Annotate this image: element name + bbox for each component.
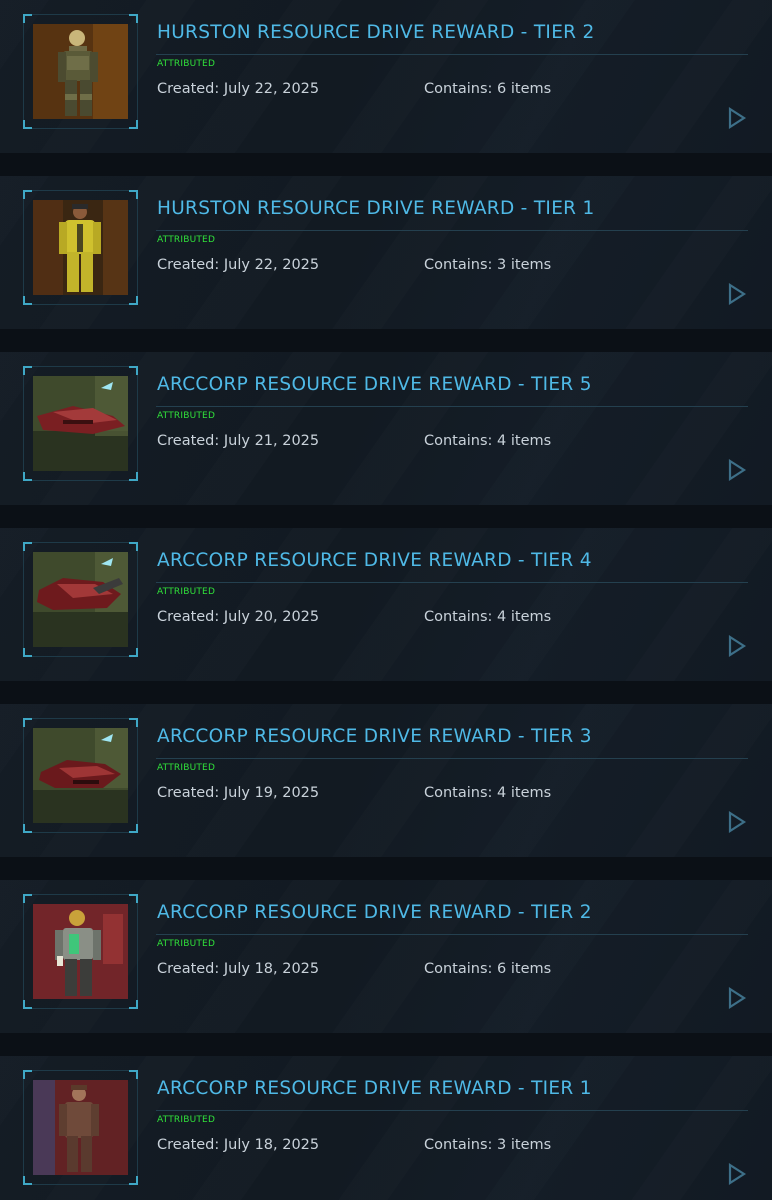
reward-card[interactable]: HURSTON RESOURCE DRIVE REWARD - TIER 2 A… — [0, 0, 772, 153]
status-label: ATTRIBUTED — [157, 763, 216, 773]
reward-title[interactable]: HURSTON RESOURCE DRIVE REWARD - TIER 1 — [157, 198, 595, 219]
thumbnail-frame — [23, 14, 138, 129]
item-count: Contains: 6 items — [424, 81, 552, 97]
status-label: ATTRIBUTED — [157, 939, 216, 949]
red-ship-thumbnail — [33, 552, 128, 647]
expand-arrow-icon[interactable] — [727, 107, 747, 129]
yellow-jumpsuit-thumbnail — [33, 200, 128, 295]
reward-card[interactable]: ARCCORP RESOURCE DRIVE REWARD - TIER 5 A… — [0, 352, 772, 505]
red-ship-thumbnail — [33, 376, 128, 471]
title-divider — [156, 934, 748, 935]
title-divider — [156, 1110, 748, 1111]
created-date: Created: July 19, 2025 — [157, 785, 320, 801]
title-divider — [156, 758, 748, 759]
status-label: ATTRIBUTED — [157, 1115, 216, 1125]
status-label: ATTRIBUTED — [157, 587, 216, 597]
status-label: ATTRIBUTED — [157, 235, 216, 245]
title-divider — [156, 582, 748, 583]
item-count: Contains: 4 items — [424, 609, 552, 625]
reward-list: HURSTON RESOURCE DRIVE REWARD - TIER 2 A… — [0, 0, 772, 1200]
thumbnail-frame — [23, 894, 138, 1009]
thumbnail-frame — [23, 718, 138, 833]
reward-title[interactable]: HURSTON RESOURCE DRIVE REWARD - TIER 2 — [157, 22, 595, 43]
title-divider — [156, 230, 748, 231]
reward-title[interactable]: ARCCORP RESOURCE DRIVE REWARD - TIER 5 — [157, 374, 592, 395]
thumbnail-frame — [23, 366, 138, 481]
created-date: Created: July 22, 2025 — [157, 81, 320, 97]
item-count: Contains: 4 items — [424, 785, 552, 801]
title-divider — [156, 406, 748, 407]
status-label: ATTRIBUTED — [157, 59, 216, 69]
reward-title[interactable]: ARCCORP RESOURCE DRIVE REWARD - TIER 3 — [157, 726, 592, 747]
reward-card[interactable]: ARCCORP RESOURCE DRIVE REWARD - TIER 4 A… — [0, 528, 772, 681]
red-ship-thumbnail — [33, 728, 128, 823]
item-count: Contains: 3 items — [424, 257, 552, 273]
expand-arrow-icon[interactable] — [727, 635, 747, 657]
reward-card[interactable]: HURSTON RESOURCE DRIVE REWARD - TIER 1 A… — [0, 176, 772, 329]
created-date: Created: July 22, 2025 — [157, 257, 320, 273]
expand-arrow-icon[interactable] — [727, 283, 747, 305]
reward-card[interactable]: ARCCORP RESOURCE DRIVE REWARD - TIER 3 A… — [0, 704, 772, 857]
item-count: Contains: 3 items — [424, 1137, 552, 1153]
title-divider — [156, 54, 748, 55]
reward-card[interactable]: ARCCORP RESOURCE DRIVE REWARD - TIER 2 A… — [0, 880, 772, 1033]
expand-arrow-icon[interactable] — [727, 1163, 747, 1185]
reward-title[interactable]: ARCCORP RESOURCE DRIVE REWARD - TIER 1 — [157, 1078, 592, 1099]
created-date: Created: July 18, 2025 — [157, 961, 320, 977]
created-date: Created: July 21, 2025 — [157, 433, 320, 449]
created-date: Created: July 18, 2025 — [157, 1137, 320, 1153]
reward-title[interactable]: ARCCORP RESOURCE DRIVE REWARD - TIER 2 — [157, 902, 592, 923]
thumbnail-frame — [23, 542, 138, 657]
status-label: ATTRIBUTED — [157, 411, 216, 421]
thumbnail-frame — [23, 190, 138, 305]
armored-soldier-thumbnail — [33, 24, 128, 119]
brown-suit-character-thumbnail — [33, 1080, 128, 1175]
expand-arrow-icon[interactable] — [727, 811, 747, 833]
item-count: Contains: 6 items — [424, 961, 552, 977]
expand-arrow-icon[interactable] — [727, 987, 747, 1009]
armored-character-red-city-thumbnail — [33, 904, 128, 999]
reward-card[interactable]: ARCCORP RESOURCE DRIVE REWARD - TIER 1 A… — [0, 1056, 772, 1200]
reward-title[interactable]: ARCCORP RESOURCE DRIVE REWARD - TIER 4 — [157, 550, 592, 571]
expand-arrow-icon[interactable] — [727, 459, 747, 481]
thumbnail-frame — [23, 1070, 138, 1185]
item-count: Contains: 4 items — [424, 433, 552, 449]
created-date: Created: July 20, 2025 — [157, 609, 320, 625]
